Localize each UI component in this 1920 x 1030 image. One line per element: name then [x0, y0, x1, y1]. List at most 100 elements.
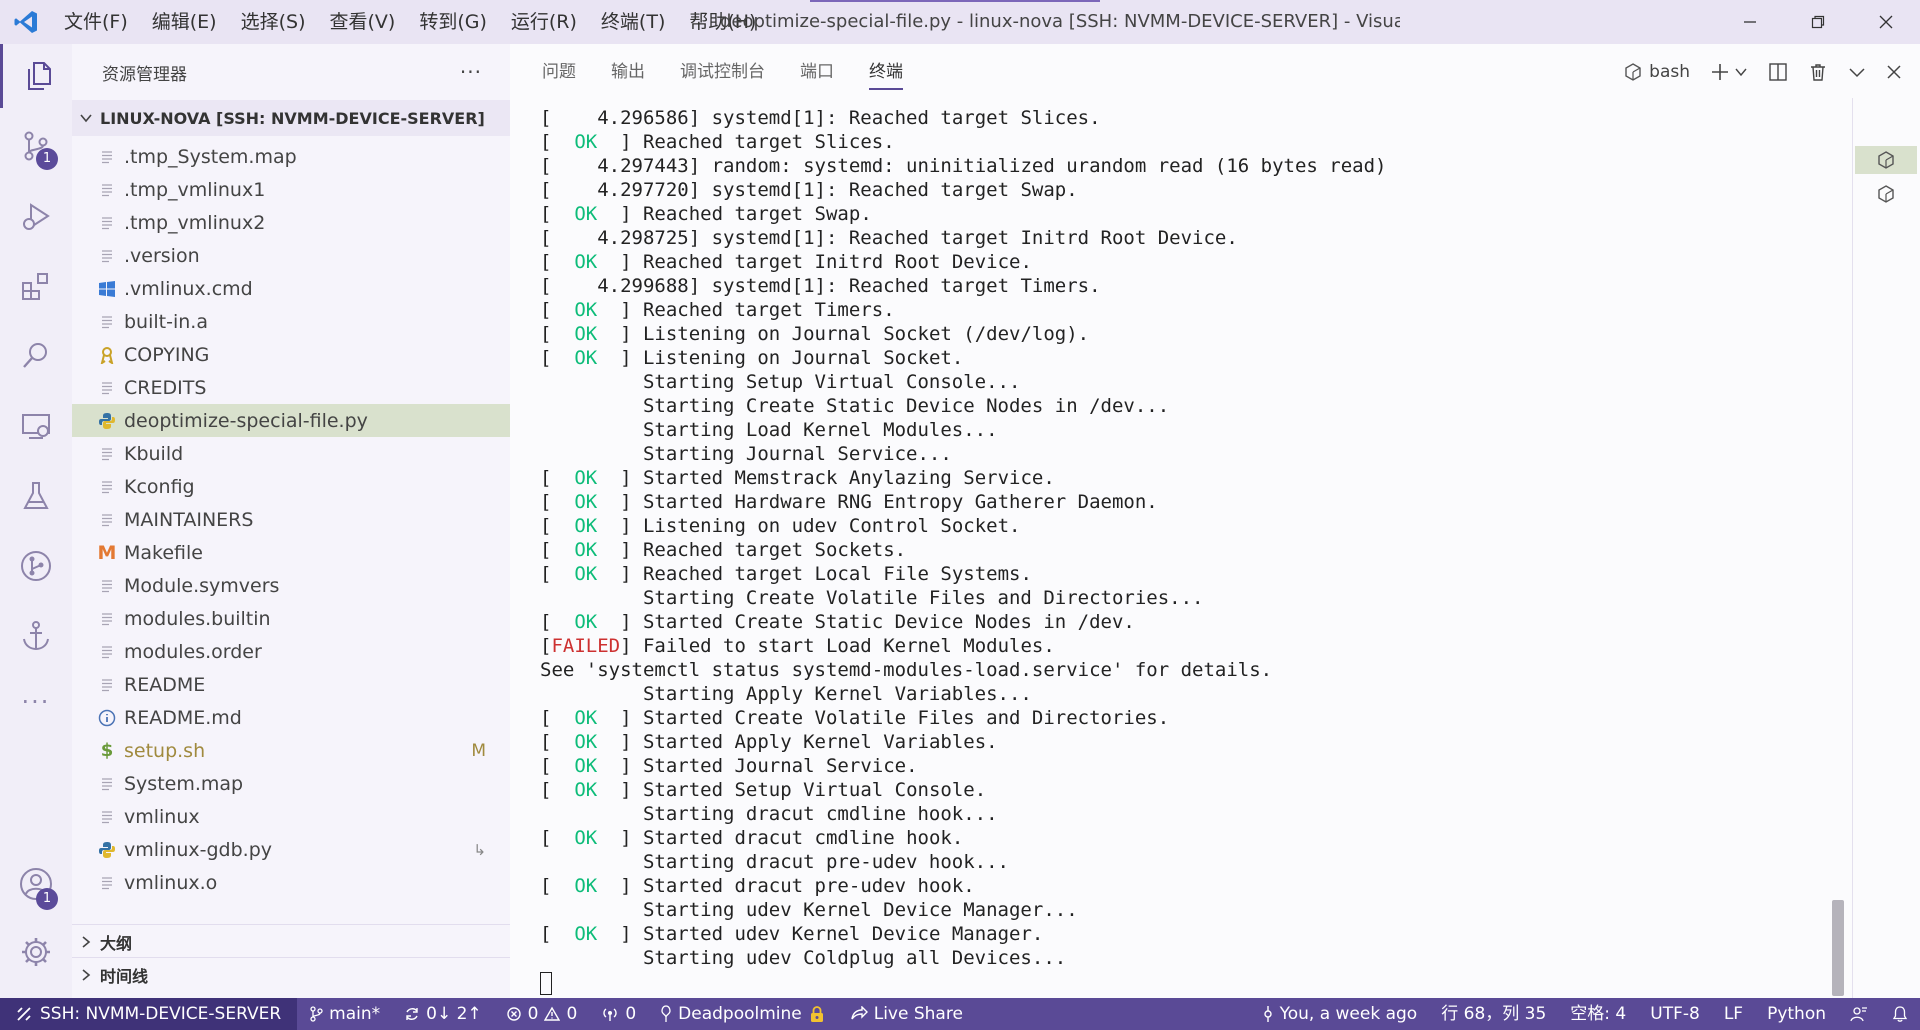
- user-indicator[interactable]: Deadpoolmine: [648, 998, 838, 1030]
- workspace-root[interactable]: LINUX-NOVA [SSH: NVMM-DEVICE-SERVER]: [72, 100, 510, 136]
- file-item[interactable]: M Makefile: [72, 536, 510, 569]
- terminal-line: [ OK ] Listening on Journal Socket.: [540, 346, 1387, 370]
- status-ok: OK: [574, 299, 598, 321]
- account-icon[interactable]: 1: [0, 852, 72, 916]
- menu-item[interactable]: 选择(S): [229, 0, 318, 44]
- line-text: ] Reached target Timers.: [597, 299, 895, 321]
- menu-item[interactable]: 运行(R): [499, 0, 589, 44]
- file-item[interactable]: .tmp_vmlinux1: [72, 173, 510, 206]
- file-item[interactable]: vmlinux.o: [72, 866, 510, 899]
- menu-item[interactable]: 转到(G): [407, 0, 499, 44]
- remote-explorer-icon[interactable]: [0, 394, 72, 458]
- encoding[interactable]: UTF-8: [1638, 998, 1712, 1030]
- file-name: MAINTAINERS: [124, 508, 254, 531]
- panel-tab[interactable]: 终端: [869, 44, 903, 100]
- problems-indicator[interactable]: 0 0: [494, 998, 590, 1030]
- run-debug-icon[interactable]: [0, 184, 72, 248]
- file-item[interactable]: Kconfig: [72, 470, 510, 503]
- search-icon[interactable]: [0, 324, 72, 388]
- file-item[interactable]: MAINTAINERS: [72, 503, 510, 536]
- file-item[interactable]: built-in.a: [72, 305, 510, 338]
- user-label: Deadpoolmine: [678, 1004, 802, 1024]
- status-ok: OK: [574, 611, 598, 633]
- ports-indicator[interactable]: 0: [589, 998, 648, 1030]
- git-graph-icon[interactable]: [0, 534, 72, 598]
- menu-item[interactable]: 查看(V): [318, 0, 408, 44]
- explorer-more-button[interactable]: ···: [460, 60, 482, 84]
- menu-item[interactable]: 编辑(E): [140, 0, 229, 44]
- file-name: modules.builtin: [124, 607, 271, 630]
- terminal-scrollbar[interactable]: [1832, 900, 1844, 996]
- language-mode[interactable]: Python: [1755, 998, 1838, 1030]
- restore-button[interactable]: [1784, 0, 1852, 44]
- feedback-button[interactable]: [1838, 1005, 1880, 1023]
- file-item[interactable]: README: [72, 668, 510, 701]
- split-terminal-button[interactable]: [1768, 62, 1788, 82]
- close-panel-button[interactable]: [1886, 64, 1902, 80]
- activity-bar: 1 ··· 1: [0, 44, 72, 998]
- panel-tab[interactable]: 输出: [611, 44, 645, 100]
- settings-gear-icon[interactable]: [0, 920, 72, 984]
- git-branch[interactable]: main*: [297, 998, 392, 1030]
- outline-section[interactable]: 大纲: [72, 924, 510, 958]
- terminal-tabs-list: [1852, 98, 1920, 998]
- file-item[interactable]: System.map: [72, 767, 510, 800]
- line-text: ] Reached target Initrd Root Device.: [597, 251, 1032, 273]
- file-name: .tmp_vmlinux2: [124, 211, 266, 234]
- terminal-shell-selector[interactable]: bash: [1623, 62, 1690, 82]
- status-failed: FAILED: [551, 635, 621, 657]
- panel-tab[interactable]: 调试控制台: [680, 44, 765, 100]
- anchor-icon[interactable]: [0, 604, 72, 668]
- account-badge: 1: [36, 888, 58, 910]
- panel-tab[interactable]: 问题: [542, 44, 576, 100]
- maximize-panel-button[interactable]: [1848, 63, 1866, 81]
- kill-terminal-button[interactable]: [1808, 62, 1828, 82]
- file-item[interactable]: Kbuild: [72, 437, 510, 470]
- timeline-section[interactable]: 时间线: [72, 957, 510, 991]
- new-terminal-button[interactable]: [1710, 62, 1748, 82]
- more-views-icon[interactable]: ···: [0, 670, 72, 734]
- file-name: .tmp_vmlinux1: [124, 178, 266, 201]
- git-sync[interactable]: 0↓ 2↑: [392, 998, 494, 1030]
- notifications-button[interactable]: [1880, 1005, 1920, 1023]
- minimize-button[interactable]: [1716, 0, 1784, 44]
- file-item[interactable]: vmlinux-gdb.py ↳: [72, 833, 510, 866]
- menu-item[interactable]: 文件(F): [52, 0, 140, 44]
- file-item[interactable]: README.md: [72, 701, 510, 734]
- terminal-panel: 问题 输出 调试控制台 端口 终端 bash [ 4.296586] systemd[1…: [510, 44, 1920, 998]
- file-item[interactable]: $ setup.sh M: [72, 734, 510, 767]
- file-item[interactable]: Module.symvers: [72, 569, 510, 602]
- file-item[interactable]: CREDITS: [72, 371, 510, 404]
- live-share-button[interactable]: Live Share: [838, 998, 975, 1030]
- line-prefix: [: [540, 539, 575, 561]
- testing-icon[interactable]: [0, 464, 72, 528]
- remote-indicator[interactable]: SSH: NVMM-DEVICE-SERVER: [0, 998, 298, 1030]
- file-item[interactable]: .tmp_vmlinux2: [72, 206, 510, 239]
- indentation[interactable]: 空格: 4: [1558, 998, 1638, 1030]
- file-item[interactable]: .vmlinux.cmd: [72, 272, 510, 305]
- remote-icon: [17, 1007, 31, 1021]
- file-item[interactable]: modules.builtin: [72, 602, 510, 635]
- git-blame[interactable]: You, a week ago: [1250, 998, 1430, 1030]
- file-item[interactable]: COPYING: [72, 338, 510, 371]
- end-of-line[interactable]: LF: [1712, 998, 1755, 1030]
- extensions-icon[interactable]: [0, 254, 72, 318]
- file-item[interactable]: .tmp_System.map: [72, 140, 510, 173]
- file-item[interactable]: deoptimize-special-file.py: [72, 404, 510, 437]
- terminal-output[interactable]: [ 4.296586] systemd[1]: Reached target S…: [540, 106, 1387, 997]
- file-item[interactable]: modules.order: [72, 635, 510, 668]
- terminal-instance-2[interactable]: [1855, 180, 1917, 208]
- file-item[interactable]: vmlinux: [72, 800, 510, 833]
- panel-tab[interactable]: 端口: [800, 44, 834, 100]
- cursor-position[interactable]: 行 68，列 35: [1429, 998, 1558, 1030]
- menu-item[interactable]: 终端(T): [589, 0, 677, 44]
- terminal-line: Starting Apply Kernel Variables...: [540, 682, 1387, 706]
- close-window-button[interactable]: [1852, 0, 1920, 44]
- split-icon: [1769, 63, 1787, 81]
- line-prefix: [: [540, 155, 563, 177]
- terminal-instance-1[interactable]: [1855, 146, 1917, 174]
- source-control-icon[interactable]: 1: [0, 114, 72, 178]
- file-item[interactable]: .version: [72, 239, 510, 272]
- file-lines-icon: [96, 644, 118, 660]
- explorer-icon[interactable]: [0, 44, 75, 108]
